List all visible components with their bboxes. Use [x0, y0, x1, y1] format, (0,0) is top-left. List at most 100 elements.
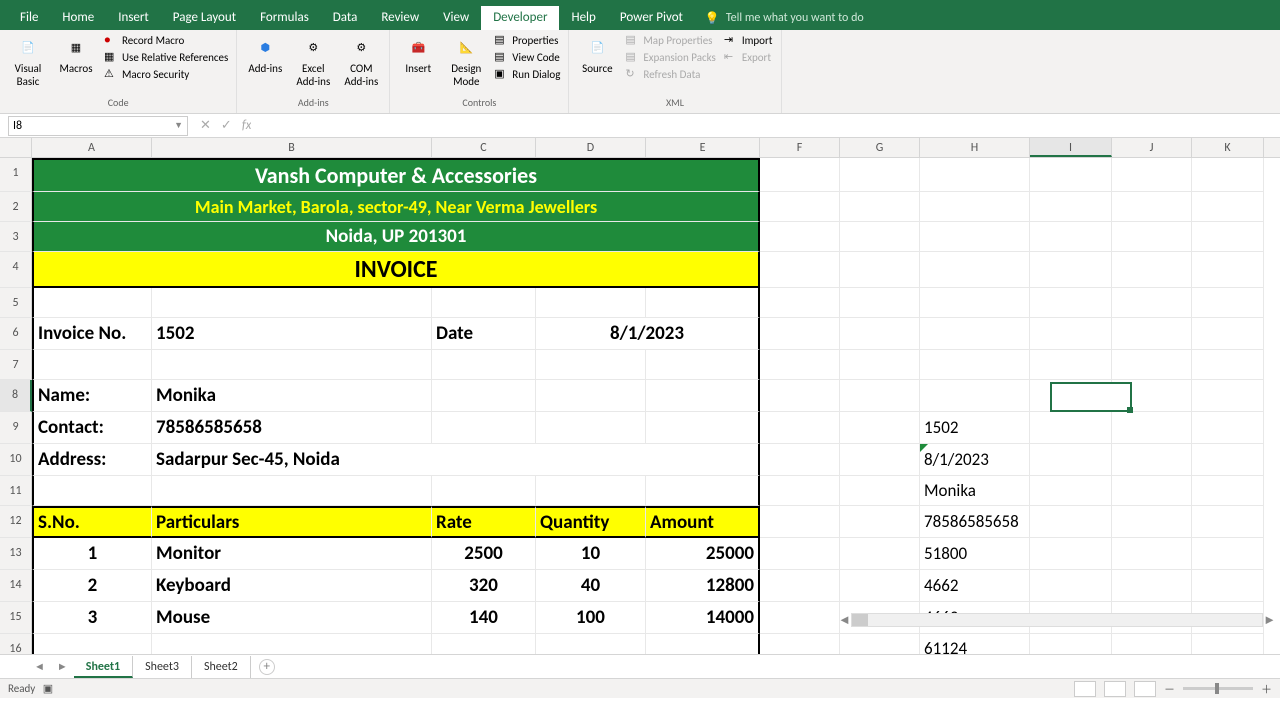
active-cell[interactable]: [1050, 382, 1132, 412]
record-macro-button[interactable]: ●Record Macro: [102, 32, 230, 48]
item-rate[interactable]: 320: [432, 570, 536, 602]
invoice-title[interactable]: INVOICE: [32, 252, 760, 288]
tab-review[interactable]: Review: [369, 6, 431, 30]
item-qty[interactable]: 40: [536, 570, 646, 602]
excel-addins-button[interactable]: ⚙Excel Add-ins: [291, 32, 335, 90]
aux-cell[interactable]: 78586585658: [920, 506, 1030, 538]
address-value[interactable]: Sadarpur Sec-45, Noida: [152, 444, 760, 476]
row-header[interactable]: 15: [0, 602, 32, 634]
aux-cell[interactable]: 8/1/2023: [920, 444, 1030, 476]
horizontal-scrollbar[interactable]: ◄►: [838, 612, 1276, 628]
insert-control-button[interactable]: 🧰Insert: [396, 32, 440, 77]
row-header[interactable]: 12: [0, 506, 32, 538]
sheet-tab[interactable]: Sheet2: [192, 656, 251, 678]
tab-data[interactable]: Data: [321, 6, 370, 30]
col-header[interactable]: B: [152, 138, 432, 157]
item-part[interactable]: Keyboard: [152, 570, 432, 602]
view-normal-button[interactable]: [1074, 681, 1096, 697]
sheet-tab[interactable]: Sheet1: [74, 656, 133, 678]
view-pagelayout-button[interactable]: [1104, 681, 1126, 697]
address-label[interactable]: Address:: [32, 444, 152, 476]
row-header[interactable]: 13: [0, 538, 32, 570]
item-rate[interactable]: 2500: [432, 538, 536, 570]
select-all-corner[interactable]: [0, 138, 32, 157]
invoice-date[interactable]: 8/1/2023: [536, 318, 760, 350]
row-header[interactable]: 11: [0, 476, 32, 506]
item-sno[interactable]: 3: [32, 602, 152, 634]
addins-button[interactable]: ⬢Add-ins: [243, 32, 287, 77]
tab-power-pivot[interactable]: Power Pivot: [608, 6, 695, 30]
new-sheet-button[interactable]: +: [259, 659, 275, 675]
th-rate[interactable]: Rate: [432, 506, 536, 538]
view-pagebreak-button[interactable]: [1134, 681, 1156, 697]
row-header[interactable]: 9: [0, 412, 32, 444]
aux-cell[interactable]: 61124: [920, 634, 1030, 654]
macro-rec-icon[interactable]: ▣: [43, 682, 53, 695]
tab-help[interactable]: Help: [559, 6, 607, 30]
item-part[interactable]: Mouse: [152, 602, 432, 634]
th-particulars[interactable]: Particulars: [152, 506, 432, 538]
visual-basic-button[interactable]: 📄Visual Basic: [6, 32, 50, 90]
aux-cell[interactable]: 4662: [920, 570, 1030, 602]
row-header[interactable]: 10: [0, 444, 32, 476]
item-amt[interactable]: 25000: [646, 538, 760, 570]
row-header[interactable]: 16: [0, 634, 32, 654]
fx-icon[interactable]: fx: [242, 118, 252, 133]
col-header[interactable]: F: [760, 138, 840, 157]
macro-security-button[interactable]: ⚠Macro Security: [102, 66, 230, 82]
invoice-no[interactable]: 1502: [152, 318, 432, 350]
col-header[interactable]: J: [1112, 138, 1192, 157]
company-address2[interactable]: Noida, UP 201301: [32, 222, 760, 252]
col-header[interactable]: I: [1030, 138, 1112, 157]
item-qty[interactable]: 100: [536, 602, 646, 634]
item-sno[interactable]: 2: [32, 570, 152, 602]
zoom-slider[interactable]: [1183, 687, 1253, 690]
fill-handle[interactable]: [1127, 407, 1133, 413]
row-header[interactable]: 1: [0, 158, 32, 192]
macros-button[interactable]: ▦Macros: [54, 32, 98, 77]
col-header[interactable]: A: [32, 138, 152, 157]
col-header[interactable]: H: [920, 138, 1030, 157]
design-mode-button[interactable]: 📐Design Mode: [444, 32, 488, 90]
properties-button[interactable]: ▤Properties: [492, 32, 562, 48]
th-amount[interactable]: Amount: [646, 506, 760, 538]
col-header[interactable]: D: [536, 138, 646, 157]
item-rate[interactable]: 140: [432, 602, 536, 634]
tab-view[interactable]: View: [431, 6, 481, 30]
col-header[interactable]: G: [840, 138, 920, 157]
name-box[interactable]: I8▼: [8, 116, 188, 136]
source-button[interactable]: 📄Source: [575, 32, 619, 77]
tab-home[interactable]: Home: [50, 6, 106, 30]
row-header[interactable]: 4: [0, 252, 32, 288]
item-amt[interactable]: 14000: [646, 602, 760, 634]
aux-cell[interactable]: Monika: [920, 476, 1030, 506]
col-header[interactable]: E: [646, 138, 760, 157]
date-label[interactable]: Date: [432, 318, 536, 350]
company-address1[interactable]: Main Market, Barola, sector-49, Near Ver…: [32, 192, 760, 222]
company-name[interactable]: Vansh Computer & Accessories: [32, 158, 760, 192]
name-value[interactable]: Monika: [152, 380, 432, 412]
row-header[interactable]: 2: [0, 192, 32, 222]
row-header[interactable]: 5: [0, 288, 32, 318]
item-qty[interactable]: 10: [536, 538, 646, 570]
tab-developer[interactable]: Developer: [481, 6, 559, 30]
item-amt[interactable]: 12800: [646, 570, 760, 602]
formula-bar[interactable]: [251, 116, 1280, 136]
sheet-tab[interactable]: Sheet3: [133, 656, 192, 678]
contact-value[interactable]: 78586585658: [152, 412, 432, 444]
zoom-out-button[interactable]: －: [1164, 681, 1175, 697]
contact-label[interactable]: Contact:: [32, 412, 152, 444]
run-dialog-button[interactable]: ▣Run Dialog: [492, 66, 562, 82]
row-header[interactable]: 14: [0, 570, 32, 602]
use-relative-button[interactable]: ▦Use Relative References: [102, 49, 230, 65]
tab-page-layout[interactable]: Page Layout: [161, 6, 248, 30]
col-header[interactable]: K: [1192, 138, 1264, 157]
th-qty[interactable]: Quantity: [536, 506, 646, 538]
row-header[interactable]: 8: [0, 380, 32, 412]
tell-me[interactable]: 💡Tell me what you want to do: [705, 11, 864, 26]
row-header[interactable]: 6: [0, 318, 32, 350]
com-addins-button[interactable]: ⚙COM Add-ins: [339, 32, 383, 90]
tab-nav-next[interactable]: ►: [51, 660, 74, 673]
tab-insert[interactable]: Insert: [106, 6, 161, 30]
item-part[interactable]: Monitor: [152, 538, 432, 570]
